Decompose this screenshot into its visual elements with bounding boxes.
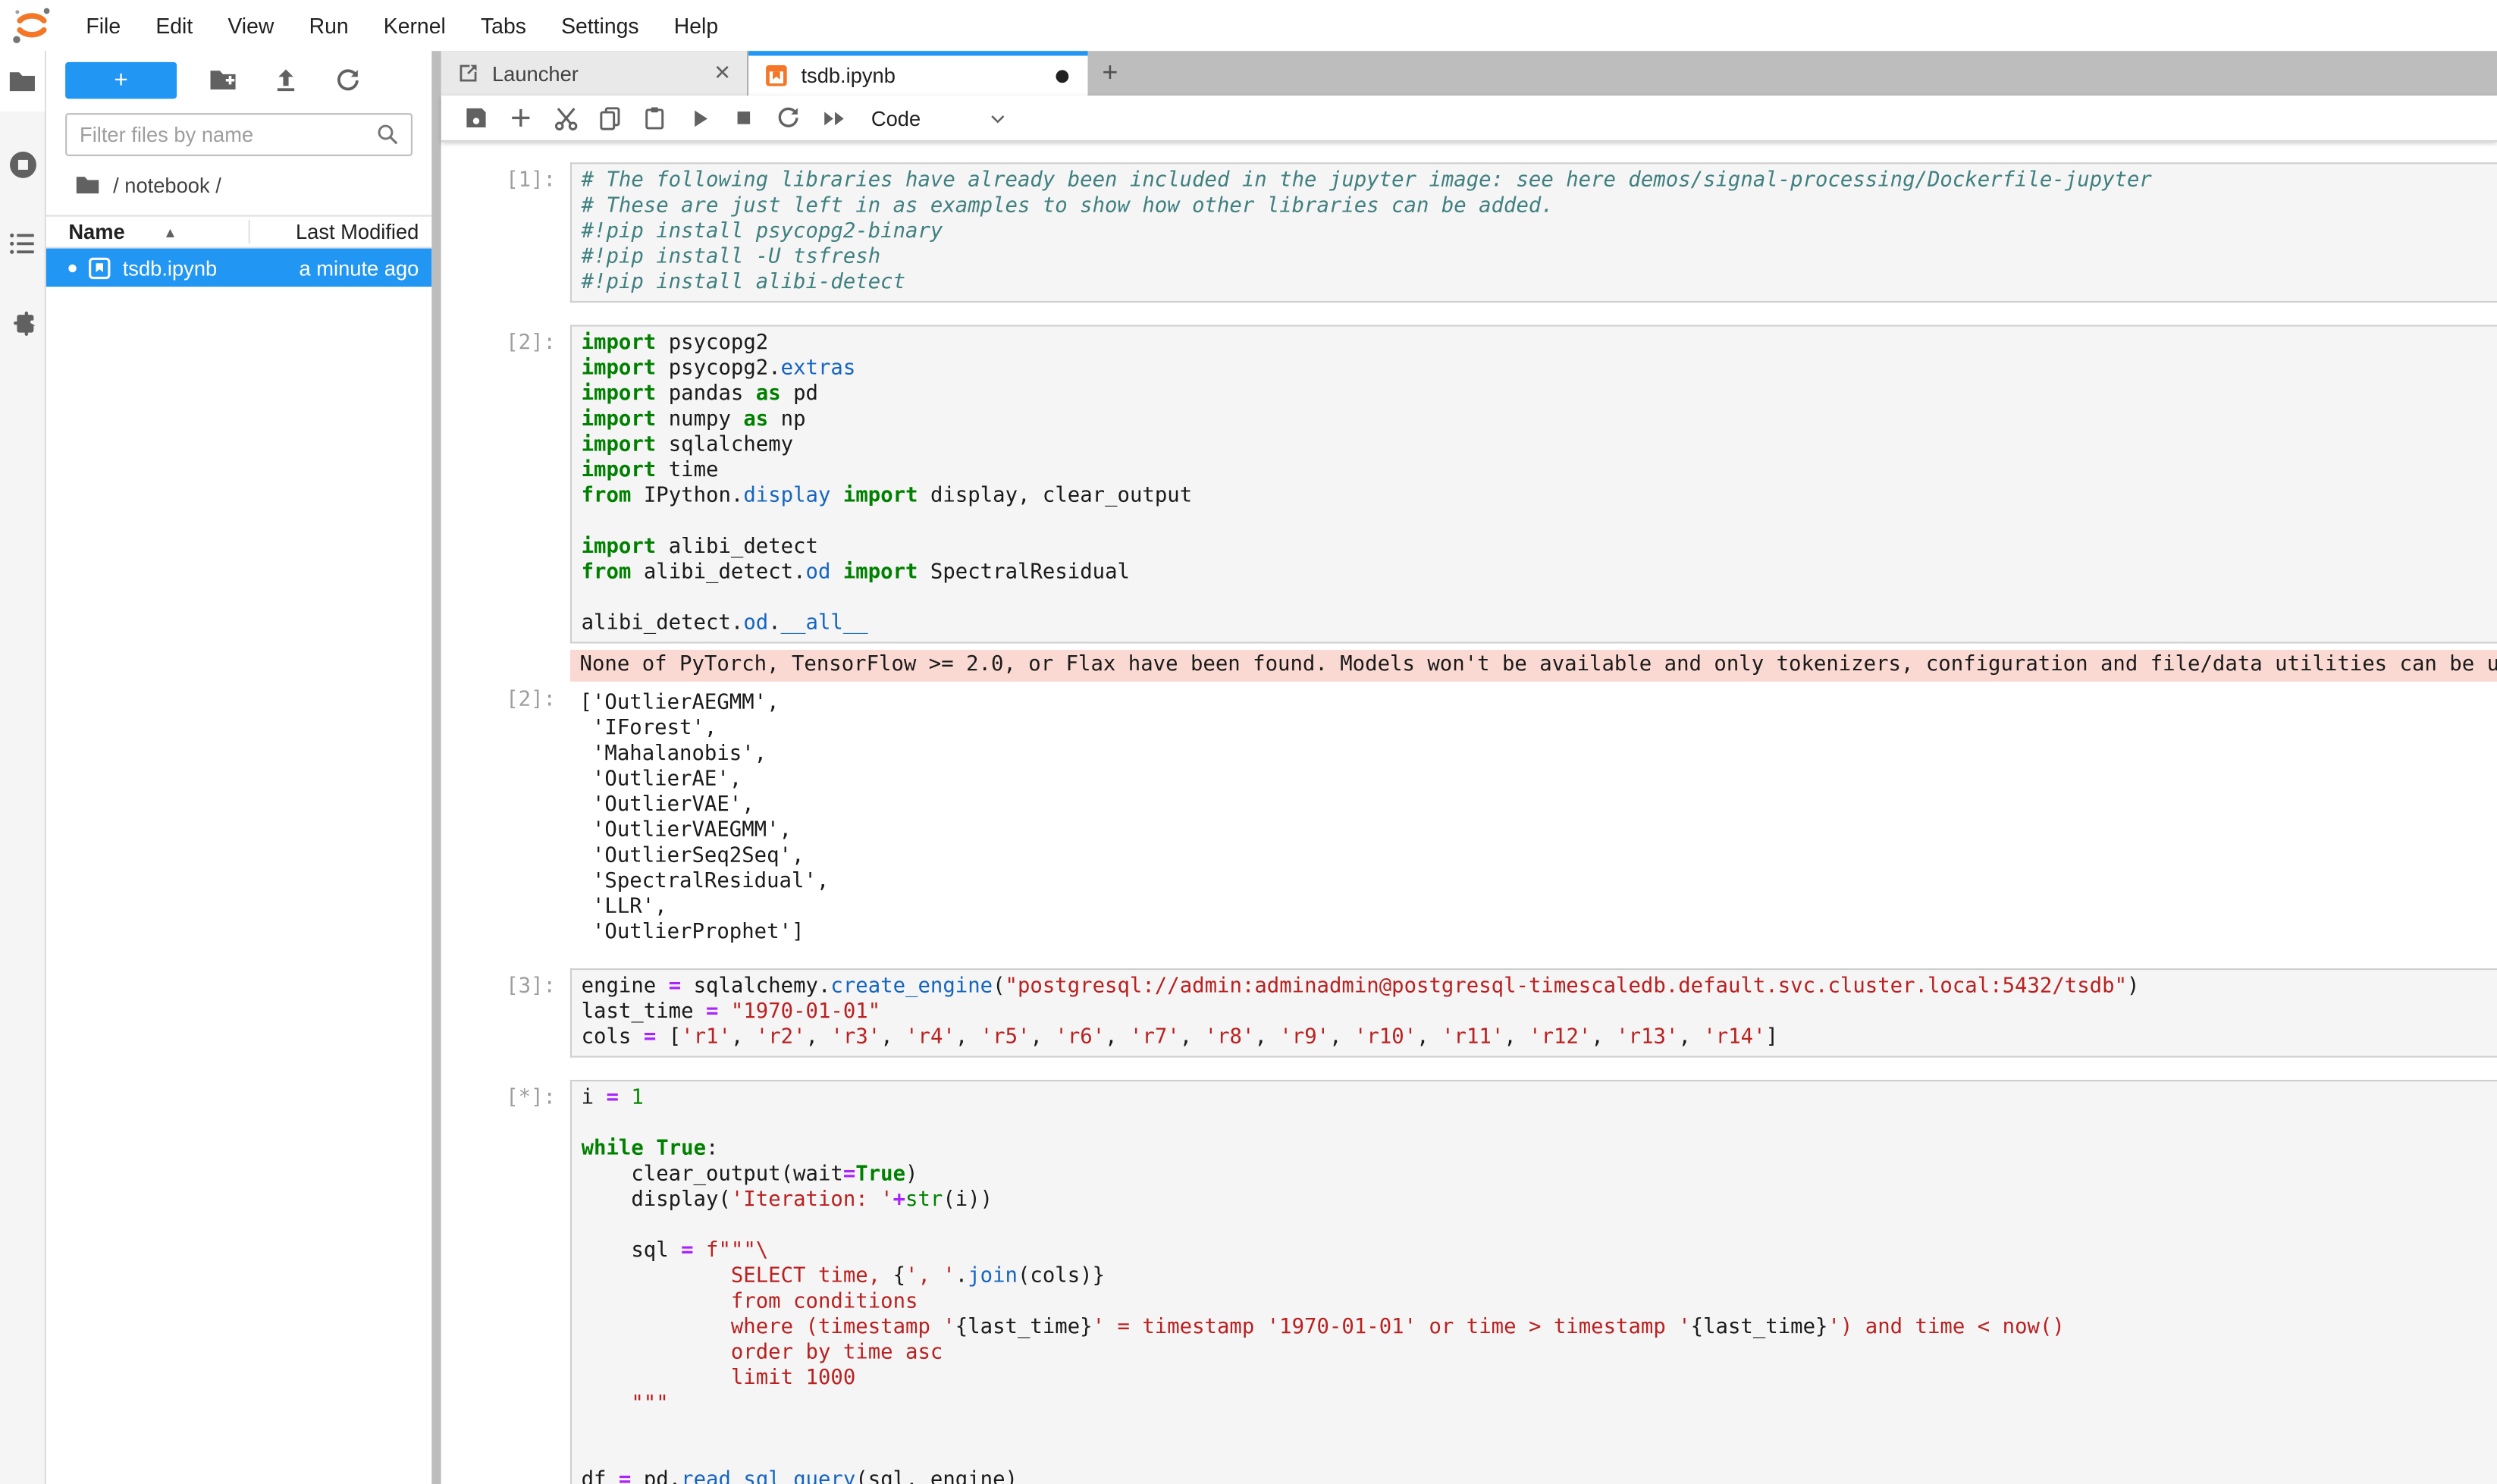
extension-manager-icon[interactable] — [6, 307, 38, 339]
file-browser-toolbar: + — [65, 61, 413, 99]
notebook-cell-area[interactable]: [1]:# The following libraries have alrea… — [441, 142, 2497, 1484]
file-modified: a minute ago — [299, 256, 419, 280]
paste-cells-button[interactable] — [632, 99, 677, 136]
notebook-panel: Launcher ✕ tsdb.ipynb + — [441, 51, 2497, 1484]
new-tab-button[interactable]: + — [1088, 51, 1133, 96]
notebook-icon — [764, 64, 789, 88]
cell-type-value: Code — [871, 106, 921, 130]
code-cell: [2]:import psycopg2import psycopg2.extra… — [441, 325, 2497, 643]
file-browser-icon[interactable] — [6, 65, 38, 97]
code-cell: [*]:i = 1 while True: clear_output(wait=… — [441, 1080, 2497, 1484]
menu-item-edit[interactable]: Edit — [138, 14, 210, 38]
new-launcher-button[interactable]: + — [65, 61, 177, 98]
input-prompt: [2]: — [441, 325, 570, 643]
restart-run-all-button[interactable] — [811, 99, 855, 136]
restart-kernel-button[interactable] — [766, 99, 811, 136]
menu-item-run[interactable]: Run — [291, 14, 365, 38]
dock-tab-bar: Launcher ✕ tsdb.ipynb + — [441, 51, 2497, 96]
execute-result: [2]:['OutlierAEGMM', 'IForest', 'Mahalan… — [441, 682, 2497, 946]
add-cell-button[interactable] — [498, 99, 543, 136]
menu-item-settings[interactable]: Settings — [544, 14, 657, 38]
cell-editor[interactable]: # The following libraries have already b… — [570, 162, 2497, 303]
launcher-icon — [457, 62, 479, 84]
sort-caret-icon: ▲ — [163, 224, 177, 240]
copy-cells-button[interactable] — [588, 99, 632, 136]
cut-cells-button[interactable] — [543, 99, 588, 136]
stderr-text: None of PyTorch, TensorFlow >= 2.0, or F… — [570, 650, 2497, 682]
close-icon[interactable]: ✕ — [714, 61, 731, 86]
refresh-icon[interactable] — [331, 64, 363, 96]
column-divider — [249, 220, 250, 244]
tab-label: tsdb.ipynb — [801, 64, 1056, 88]
file-row[interactable]: tsdb.ipynba minute ago — [46, 249, 431, 287]
running-dot — [68, 264, 77, 272]
code-cell: [3]:engine = sqlalchemy.create_engine("p… — [441, 968, 2497, 1058]
file-list-header: Name ▲ Last Modified — [46, 215, 431, 249]
output-prompt: [2]: — [441, 682, 570, 946]
file-browser-panel: + / notebook / — [46, 51, 431, 1484]
dirty-indicator — [1056, 69, 1068, 82]
upload-icon[interactable] — [269, 64, 301, 96]
result-text: ['OutlierAEGMM', 'IForest', 'Mahalanobis… — [580, 692, 2497, 946]
input-prompt: [*]: — [441, 1080, 570, 1484]
menu-bar: FileEditViewRunKernelTabsSettingsHelp — [0, 0, 2497, 51]
cell-editor[interactable]: import psycopg2import psycopg2.extrasimp… — [570, 325, 2497, 643]
cell-editor[interactable]: i = 1 while True: clear_output(wait=True… — [570, 1080, 2497, 1484]
menu-item-tabs[interactable]: Tabs — [463, 14, 544, 38]
cell-editor[interactable]: engine = sqlalchemy.create_engine("postg… — [570, 968, 2497, 1058]
file-name: tsdb.ipynb — [123, 256, 300, 280]
code-cell: [1]:# The following libraries have alrea… — [441, 162, 2497, 303]
sidebar-tab-strip — [0, 51, 46, 1484]
tab-label: Launcher — [492, 61, 714, 86]
interrupt-kernel-button[interactable] — [721, 99, 766, 136]
tab-launcher[interactable]: Launcher ✕ — [441, 51, 748, 96]
input-prompt: [1]: — [441, 162, 570, 303]
notebook-toolbar: Code — [441, 96, 2497, 142]
file-filter-input[interactable] — [67, 123, 375, 147]
notebook-file-icon — [88, 256, 112, 280]
breadcrumb-path: / notebook / — [113, 173, 221, 197]
file-list: tsdb.ipynba minute ago — [46, 249, 431, 287]
jupyterlab-window: FileEditViewRunKernelTabsSettingsHelp — [0, 0, 2497, 1484]
running-kernels-icon[interactable] — [6, 148, 38, 180]
table-of-contents-icon[interactable] — [6, 227, 38, 259]
menu-items: FileEditViewRunKernelTabsSettingsHelp — [68, 14, 736, 38]
search-icon — [376, 123, 400, 147]
menu-item-kernel[interactable]: Kernel — [366, 14, 463, 38]
column-last-modified[interactable]: Last Modified — [296, 220, 419, 244]
chevron-down-icon — [987, 108, 1008, 128]
folder-icon — [75, 172, 101, 198]
column-name[interactable]: Name — [68, 220, 124, 244]
new-folder-icon[interactable] — [207, 64, 239, 96]
menu-item-view[interactable]: View — [210, 14, 291, 38]
output-prompt — [441, 644, 570, 682]
input-prompt: [3]: — [441, 968, 570, 1058]
tab-tsdb-ipynb[interactable]: tsdb.ipynb — [748, 51, 1087, 96]
panel-divider[interactable] — [431, 51, 441, 1484]
file-filter-box — [65, 113, 413, 156]
jupyter-logo-icon — [11, 5, 53, 46]
cell-type-dropdown[interactable]: Code — [871, 106, 1009, 130]
menu-item-help[interactable]: Help — [657, 14, 736, 38]
menu-item-file[interactable]: File — [68, 14, 138, 38]
save-button[interactable] — [454, 99, 499, 136]
run-cell-button[interactable] — [677, 99, 722, 136]
breadcrumb[interactable]: / notebook / — [75, 169, 221, 201]
stderr-output: None of PyTorch, TensorFlow >= 2.0, or F… — [441, 644, 2497, 682]
